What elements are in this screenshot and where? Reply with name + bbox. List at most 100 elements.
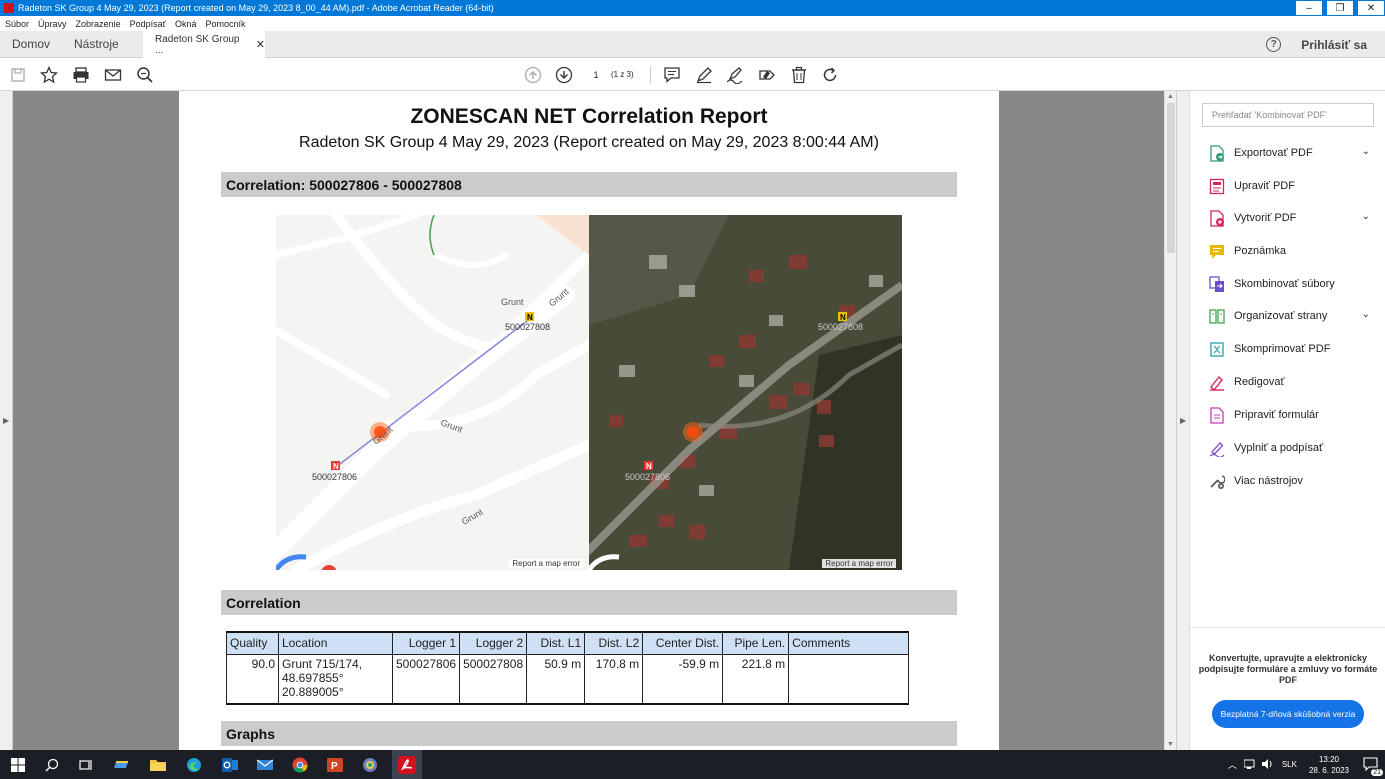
outlook-icon[interactable] [219, 754, 241, 776]
show-hidden-icons-chevron-icon[interactable]: ︿ [1228, 758, 1237, 771]
tool-redact[interactable]: Redigovať [1208, 371, 1380, 393]
powerpoint-icon[interactable]: P [324, 754, 346, 776]
chevron-down-icon[interactable]: ⌄ [1362, 146, 1370, 157]
network-app-icon[interactable] [359, 754, 381, 776]
notifications-icon[interactable]: 21 [1363, 756, 1383, 776]
logger-1-marker-letter: N [646, 462, 652, 471]
street-label: Grunt [501, 297, 524, 307]
menu-file[interactable]: Súbor [5, 19, 29, 29]
save-icon[interactable] [9, 66, 27, 84]
logger-2-label: 500027808 [505, 322, 550, 332]
clock[interactable]: 13:20 28. 6. 2023 [1309, 754, 1349, 776]
edge-browser-icon[interactable] [183, 754, 205, 776]
collapse-right-panel-icon[interactable]: ▶ [1180, 416, 1186, 425]
table-row: 90.0 Grunt 715/174, 48.697855° 20.889005… [226, 653, 909, 705]
minimize-button[interactable]: – [1295, 0, 1323, 16]
tool-label: Skombinovať súbory [1234, 278, 1335, 290]
volume-icon[interactable] [1261, 758, 1274, 771]
previous-page-icon[interactable] [524, 66, 542, 84]
tab-bar: Domov Nástroje Radeton SK Group ... ✕ ? … [0, 31, 1385, 58]
highlight-pen-icon[interactable] [695, 66, 713, 84]
street-map: Grunt Grunt Grunt Grunt Grunt N 50002780… [276, 215, 589, 570]
logger-2-marker-letter: N [840, 313, 846, 322]
left-navigation-rail[interactable]: ▶ [0, 91, 13, 750]
menu-sign[interactable]: Podpísať [130, 19, 166, 29]
right-panel-rail[interactable]: ▶ [1176, 91, 1189, 750]
report-map-error-link[interactable]: Report a map error [822, 559, 896, 568]
menu-edit[interactable]: Úpravy [38, 19, 67, 29]
email-icon[interactable] [104, 66, 122, 84]
tool-compress-pdf[interactable]: Skomprimovať PDF [1208, 338, 1380, 360]
search-icon[interactable] [41, 754, 63, 776]
document-tab-label: Radeton SK Group ... [155, 33, 240, 56]
tool-comment[interactable]: Poznámka [1208, 240, 1380, 262]
logger-1-label-satellite: 500027806 [625, 472, 670, 482]
column-header: Dist. L1 [526, 631, 586, 655]
redact-icon [1208, 374, 1225, 391]
star-bookmark-icon[interactable] [40, 66, 58, 84]
title-bar: Radeton SK Group 4 May 29, 2023 (Report … [0, 0, 1385, 16]
dist-l2-cell: 170.8 m [584, 653, 644, 705]
system-tray: ︿ SLK 13:20 28. 6. 2023 21 [1228, 750, 1385, 779]
sign-in-link[interactable]: Prihlásiť sa [1301, 38, 1367, 52]
delete-icon[interactable] [790, 66, 808, 84]
street-label: Grunt [547, 286, 571, 308]
street-label: Grunt [371, 424, 395, 446]
chevron-down-icon[interactable]: ⌄ [1362, 211, 1370, 222]
promo-text: Konvertujte, upravujte a elektronicky po… [1198, 653, 1378, 685]
language-indicator[interactable]: SLK [1282, 760, 1297, 769]
report-title: ZONESCAN NET Correlation Report [410, 105, 768, 128]
tools-search-input[interactable]: Prehľadať 'Kombinovať PDF' [1202, 103, 1374, 127]
report-map-error-link[interactable]: Report a map error [509, 559, 583, 568]
tool-more-tools[interactable]: Viac nástrojov [1208, 470, 1380, 492]
tool-create-pdf[interactable]: Vytvoriť PDF ⌄ [1208, 207, 1380, 229]
tool-prepare-form[interactable]: Pripraviť formulár [1208, 404, 1380, 426]
fill-sign-icon[interactable] [758, 66, 776, 84]
tab-home[interactable]: Domov [0, 37, 62, 51]
comment-icon[interactable] [663, 66, 681, 84]
menu-view[interactable]: Zobrazenie [76, 19, 121, 29]
menu-help[interactable]: Pomocník [206, 19, 246, 29]
mail-icon[interactable] [254, 754, 276, 776]
tool-edit-pdf[interactable]: Upraviť PDF [1208, 175, 1380, 197]
column-header: Quality [226, 631, 279, 655]
next-page-icon[interactable] [555, 66, 573, 84]
tool-fill-sign[interactable]: Vyplniť a podpísať [1208, 437, 1380, 459]
task-view-icon[interactable] [75, 754, 97, 776]
tool-combine-files[interactable]: Skombinovať súbory [1208, 273, 1380, 295]
acrobat-taskbar-icon[interactable] [392, 750, 422, 779]
tool-organize-pages[interactable]: Organizovať strany ⌄ [1208, 305, 1380, 327]
help-icon[interactable]: ? [1266, 37, 1282, 52]
menu-window[interactable]: Okná [175, 19, 197, 29]
scroll-down-icon[interactable]: ▼ [1167, 741, 1174, 748]
tab-tools[interactable]: Nástroje [62, 37, 131, 51]
free-trial-button[interactable]: Bezplatná 7-dňová skúšobná verzia [1212, 700, 1364, 728]
chevron-down-icon[interactable]: ⌄ [1362, 309, 1370, 320]
tab-document[interactable]: Radeton SK Group ... ✕ [143, 31, 265, 58]
restore-button[interactable]: ❐ [1326, 0, 1354, 16]
scrollbar-thumb[interactable] [1167, 103, 1175, 253]
toolbar: 1 (1 z 3) [0, 58, 1385, 91]
file-explorer-icon[interactable] [147, 754, 169, 776]
print-icon[interactable] [72, 66, 90, 84]
tool-label: Redigovať [1234, 376, 1285, 388]
network-icon[interactable] [1243, 759, 1256, 771]
sign-pen-icon[interactable] [726, 66, 744, 84]
expand-left-panel-icon[interactable]: ▶ [3, 416, 9, 425]
page-number-input[interactable]: 1 [584, 66, 608, 83]
close-window-button[interactable]: ✕ [1357, 0, 1385, 16]
close-tab-icon[interactable]: ✕ [256, 38, 265, 51]
combine-files-icon [1208, 275, 1225, 293]
chrome-browser-icon[interactable] [289, 754, 311, 776]
windows-start-icon[interactable] [7, 754, 29, 776]
logger1-cell: 500027806 [391, 653, 461, 705]
vertical-scrollbar[interactable]: ▲ ▼ [1164, 91, 1176, 750]
zoom-search-icon[interactable] [136, 66, 154, 84]
location-line: Grunt 715/174, [282, 656, 363, 671]
scroll-up-icon[interactable]: ▲ [1167, 93, 1174, 100]
rotate-icon[interactable] [821, 66, 839, 84]
widgets-icon[interactable] [111, 754, 133, 776]
organize-pages-icon [1208, 308, 1225, 325]
fill-sign-pen-icon [1208, 440, 1225, 457]
tool-export-pdf[interactable]: Exportovať PDF ⌄ [1208, 142, 1380, 164]
